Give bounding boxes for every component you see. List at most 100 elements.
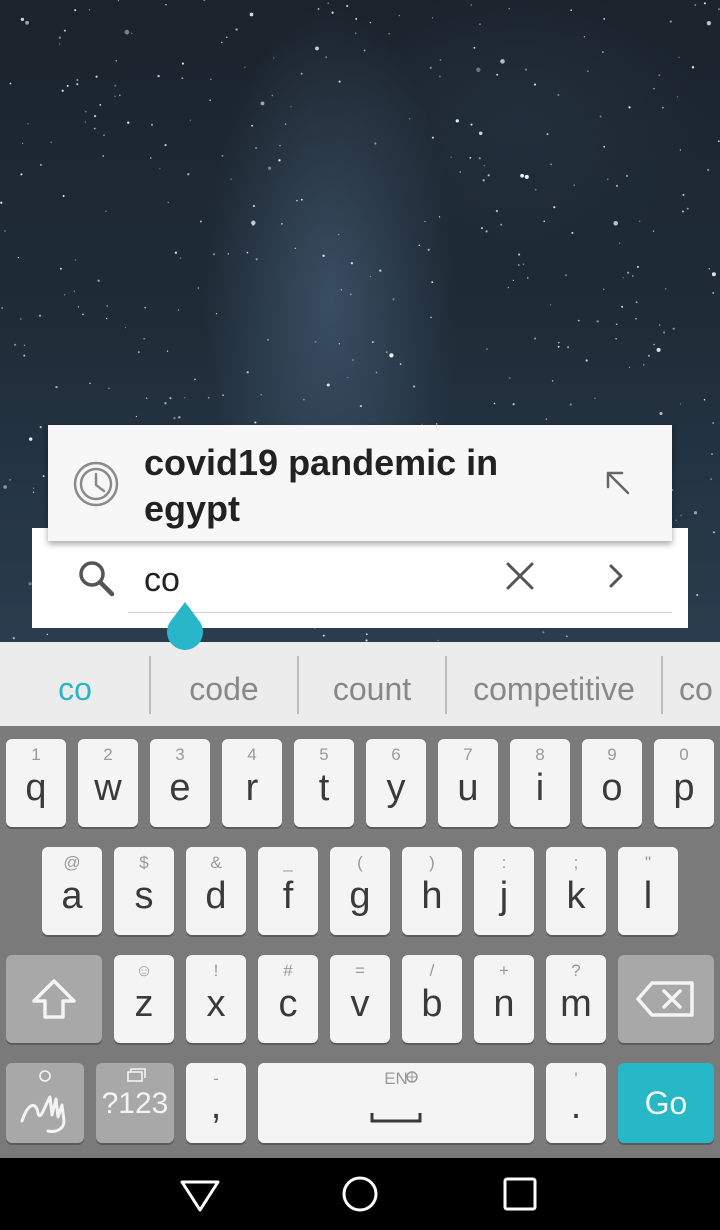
star [119, 94, 121, 97]
go-key[interactable]: Go [618, 1063, 714, 1143]
star [105, 317, 108, 320]
star [230, 178, 232, 180]
star [635, 301, 638, 304]
key-s[interactable]: $ s [114, 847, 174, 935]
star [479, 23, 481, 25]
search-input[interactable] [144, 558, 484, 602]
star [23, 354, 26, 357]
home-circle-icon[interactable] [340, 1174, 380, 1214]
star [439, 58, 442, 61]
star [653, 343, 655, 346]
key-r[interactable]: 4r [222, 739, 282, 827]
handwriting-settings-key[interactable] [6, 1063, 84, 1143]
space-key[interactable]: EN [258, 1063, 534, 1143]
key-p[interactable]: 0p [654, 739, 714, 827]
key-j[interactable]: :j [474, 847, 534, 935]
star [399, 363, 402, 365]
key-e[interactable]: 3e [150, 739, 210, 827]
soft-keyboard: 1q 2w 3e 4r 5t 6y 7u 8i 9o 0p @ a $ s & d _… [0, 726, 720, 1158]
star [4, 230, 6, 232]
star [594, 397, 596, 399]
star [389, 353, 394, 358]
star [551, 380, 554, 382]
key-q[interactable]: 1q [6, 739, 66, 827]
star [679, 149, 682, 151]
star [46, 633, 49, 636]
star [17, 256, 20, 259]
key-a[interactable]: @ a [42, 847, 102, 935]
key-o[interactable]: 9o [582, 739, 642, 827]
star [643, 364, 645, 366]
star [59, 267, 62, 270]
text-cursor-handle[interactable] [164, 600, 206, 650]
recents-square-icon[interactable] [500, 1174, 540, 1214]
arrow-up-left-icon[interactable] [600, 465, 636, 501]
key-v[interactable]: = v [330, 955, 390, 1043]
star [20, 173, 23, 176]
key-y[interactable]: 6y [366, 739, 426, 827]
star [145, 397, 148, 399]
key-w[interactable]: 2w [78, 739, 138, 827]
star [369, 275, 372, 278]
key-n[interactable]: + n [474, 955, 534, 1043]
star [653, 87, 655, 90]
key-d[interactable]: & d [186, 847, 246, 935]
star [534, 188, 537, 191]
star [549, 304, 552, 306]
star [545, 418, 548, 420]
star [82, 313, 84, 316]
star [602, 288, 605, 291]
key-i[interactable]: 8i [510, 739, 570, 827]
key-g[interactable]: (g [330, 847, 390, 935]
key-k[interactable]: ; k [546, 847, 606, 935]
star [628, 366, 631, 369]
star [164, 402, 167, 405]
close-icon[interactable] [502, 558, 538, 594]
shift-arrow-icon [32, 979, 76, 1019]
strip-word-3[interactable]: count [299, 642, 445, 726]
symbols-key[interactable]: ?123 [96, 1063, 174, 1143]
star [596, 320, 599, 323]
key-b[interactable]: / b [402, 955, 462, 1043]
star [550, 163, 552, 166]
star [184, 397, 186, 399]
key-f[interactable]: _ f [258, 847, 318, 935]
star [599, 115, 602, 118]
strip-word-2[interactable]: code [151, 642, 297, 726]
back-triangle-icon[interactable] [180, 1174, 220, 1214]
search-suggestion[interactable]: covid19 pandemic in egypt [48, 425, 672, 541]
star [676, 96, 679, 98]
star [77, 306, 80, 308]
comma-key[interactable]: -, [186, 1063, 246, 1143]
star [167, 201, 169, 204]
star [607, 178, 609, 180]
star [487, 174, 490, 177]
key-u[interactable]: 7u [438, 739, 498, 827]
shift-key[interactable] [6, 955, 102, 1043]
backspace-key[interactable] [618, 955, 714, 1043]
star [500, 59, 505, 64]
strip-word-5[interactable]: co [663, 642, 720, 726]
key-z[interactable]: ☺ z [114, 955, 174, 1043]
key-x[interactable]: ! x [186, 955, 246, 1043]
star [681, 210, 684, 213]
key-h[interactable]: ) h [402, 847, 462, 935]
star [39, 163, 42, 166]
period-key[interactable]: '. [546, 1063, 606, 1143]
star [281, 223, 283, 225]
star [496, 73, 499, 76]
star [621, 305, 624, 308]
key-c[interactable]: # c [258, 955, 318, 1043]
star [19, 318, 22, 320]
star [114, 84, 117, 87]
strip-word-4[interactable]: competitive [447, 642, 661, 726]
key-t[interactable]: 5t [294, 739, 354, 827]
star [252, 204, 256, 208]
chevron-right-icon[interactable] [600, 560, 632, 592]
star [438, 216, 441, 218]
key-m[interactable]: ? m [546, 955, 606, 1043]
strip-word-1[interactable]: co [0, 642, 150, 726]
star [627, 271, 630, 274]
word-suggestion-strip: co code count competitive co [0, 642, 720, 726]
key-l[interactable]: " l [618, 847, 678, 935]
